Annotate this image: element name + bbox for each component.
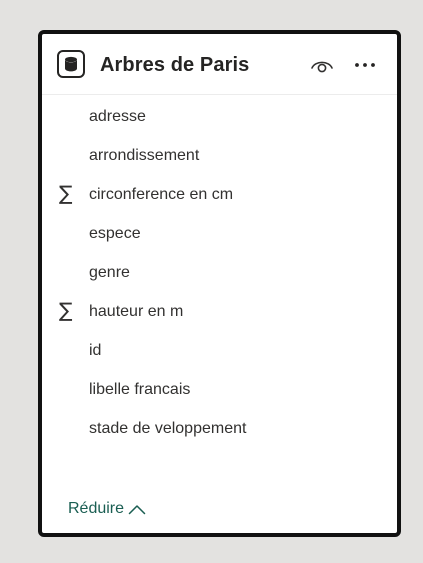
sigma-icon: ∑ xyxy=(59,181,73,205)
field-label: circonference en cm xyxy=(89,186,234,203)
chevron-up-icon xyxy=(128,505,146,515)
collapse-button[interactable]: Réduire xyxy=(68,500,146,518)
field-item-hauteur[interactable]: ∑ hauteur en m xyxy=(42,291,397,330)
field-label: espece xyxy=(89,225,141,242)
table-title: Arbres de Paris xyxy=(100,54,250,76)
table-card: Arbres de Paris adresse arrondissement ∑… xyxy=(38,30,401,537)
field-label: adresse xyxy=(89,108,146,125)
field-item-circonference[interactable]: ∑ circonference en cm xyxy=(42,174,397,213)
field-item-libelle-francais[interactable]: libelle francais xyxy=(42,369,397,408)
field-item-id[interactable]: id xyxy=(42,330,397,369)
eye-icon[interactable] xyxy=(310,56,334,74)
field-label: stade de veloppement xyxy=(89,420,247,437)
field-label: arrondissement xyxy=(89,147,200,164)
field-item-espece[interactable]: espece xyxy=(42,213,397,252)
field-list: adresse arrondissement ∑ circonference e… xyxy=(42,96,397,447)
field-label: libelle francais xyxy=(89,381,191,398)
database-icon xyxy=(57,50,85,78)
sigma-icon: ∑ xyxy=(59,298,73,322)
field-label: hauteur en m xyxy=(89,303,184,320)
field-item-stade-developpement[interactable]: stade de veloppement xyxy=(42,408,397,447)
field-label: id xyxy=(89,342,102,359)
card-header: Arbres de Paris xyxy=(42,34,397,95)
more-options-icon[interactable] xyxy=(354,58,376,72)
collapse-label: Réduire xyxy=(68,500,125,517)
field-item-adresse[interactable]: adresse xyxy=(42,96,397,135)
field-item-genre[interactable]: genre xyxy=(42,252,397,291)
field-label: genre xyxy=(89,264,130,281)
field-item-arrondissement[interactable]: arrondissement xyxy=(42,135,397,174)
